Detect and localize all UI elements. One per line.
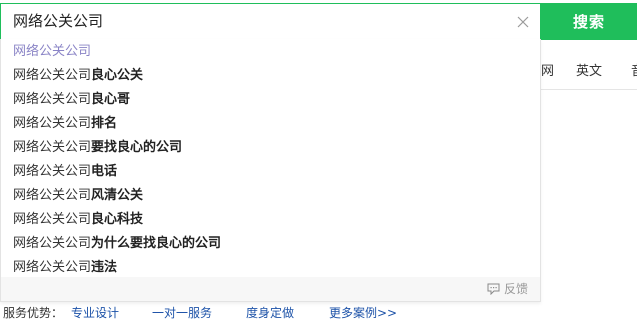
suggestion-completion: 良心科技 [91,212,144,227]
tab-1[interactable]: 网 [541,60,554,79]
suggestion-completion: 排名 [91,116,118,131]
link-custom-made[interactable]: 度身定做 [246,304,294,321]
suggestion-item[interactable]: 网络公关公司风清公关 [13,184,143,208]
suggestion-item[interactable]: 网络公关公司良心哥 [13,88,130,112]
suggestion-prefix: 网络公关公司 [13,116,92,131]
suggestion-prefix: 网络公关公司 [13,92,92,107]
feedback-button[interactable]: 反馈 [487,280,528,297]
suggestion-item[interactable]: 网络公关公司排名 [13,112,117,136]
service-advantages-label: 服务优势： [3,306,64,320]
suggestion-completion: 违法 [91,260,118,275]
search-input[interactable] [13,4,503,39]
suggestion-item[interactable]: 网络公关公司为什么要找良心的公司 [13,232,221,256]
suggestion-completion: 良心公关 [91,68,144,83]
suggestion-completion: 要找良心的公司 [91,140,183,155]
suggestion-prefix: 网络公关公司 [13,260,92,275]
suggestion-completion: 风清公关 [91,188,144,203]
suggestion-prefix: 网络公关公司 [13,44,92,59]
suggestion-item[interactable]: 网络公关公司良心科技 [13,208,143,232]
suggestion-prefix: 网络公关公司 [13,236,92,251]
suggestion-prefix: 网络公关公司 [13,164,92,179]
feedback-icon [487,283,500,295]
link-professional-design[interactable]: 专业设计 [71,304,119,321]
tab-3[interactable]: 音 [631,60,637,79]
suggestion-item[interactable]: 网络公关公司要找良心的公司 [13,136,182,160]
link-more-cases[interactable]: 更多案例>> [329,304,397,321]
search-page: 搜索 网 英文 音 网络公关公司 网络公关公司良心公关 网络公关公司良心哥 网络… [0,0,637,325]
suggestion-item[interactable]: 网络公关公司电话 [13,160,117,184]
suggestion-item[interactable]: 网络公关公司良心公关 [13,64,143,88]
suggestion-completion: 电话 [91,164,118,179]
suggestion-item[interactable]: 网络公关公司 [13,40,91,64]
feedback-label: 反馈 [503,282,528,296]
link-one-on-one-service[interactable]: 一对一服务 [152,304,212,321]
suggestion-dropdown: 网络公关公司 网络公关公司良心公关 网络公关公司良心哥 网络公关公司排名 网络公… [0,39,541,302]
category-tabs: 网 英文 音 [541,51,637,90]
search-button[interactable]: 搜索 [541,3,637,40]
suggestion-prefix: 网络公关公司 [13,188,92,203]
suggestion-completion: 为什么要找良心的公司 [91,236,222,251]
tab-english[interactable]: 英文 [576,60,602,79]
suggestion-completion: 良心哥 [91,92,131,107]
suggestion-prefix: 网络公关公司 [13,68,92,83]
suggestion-prefix: 网络公关公司 [13,212,92,227]
suggestion-prefix: 网络公关公司 [13,140,92,155]
search-box [0,3,541,40]
close-icon[interactable] [516,14,530,28]
suggestion-footer: 反馈 [1,277,540,301]
